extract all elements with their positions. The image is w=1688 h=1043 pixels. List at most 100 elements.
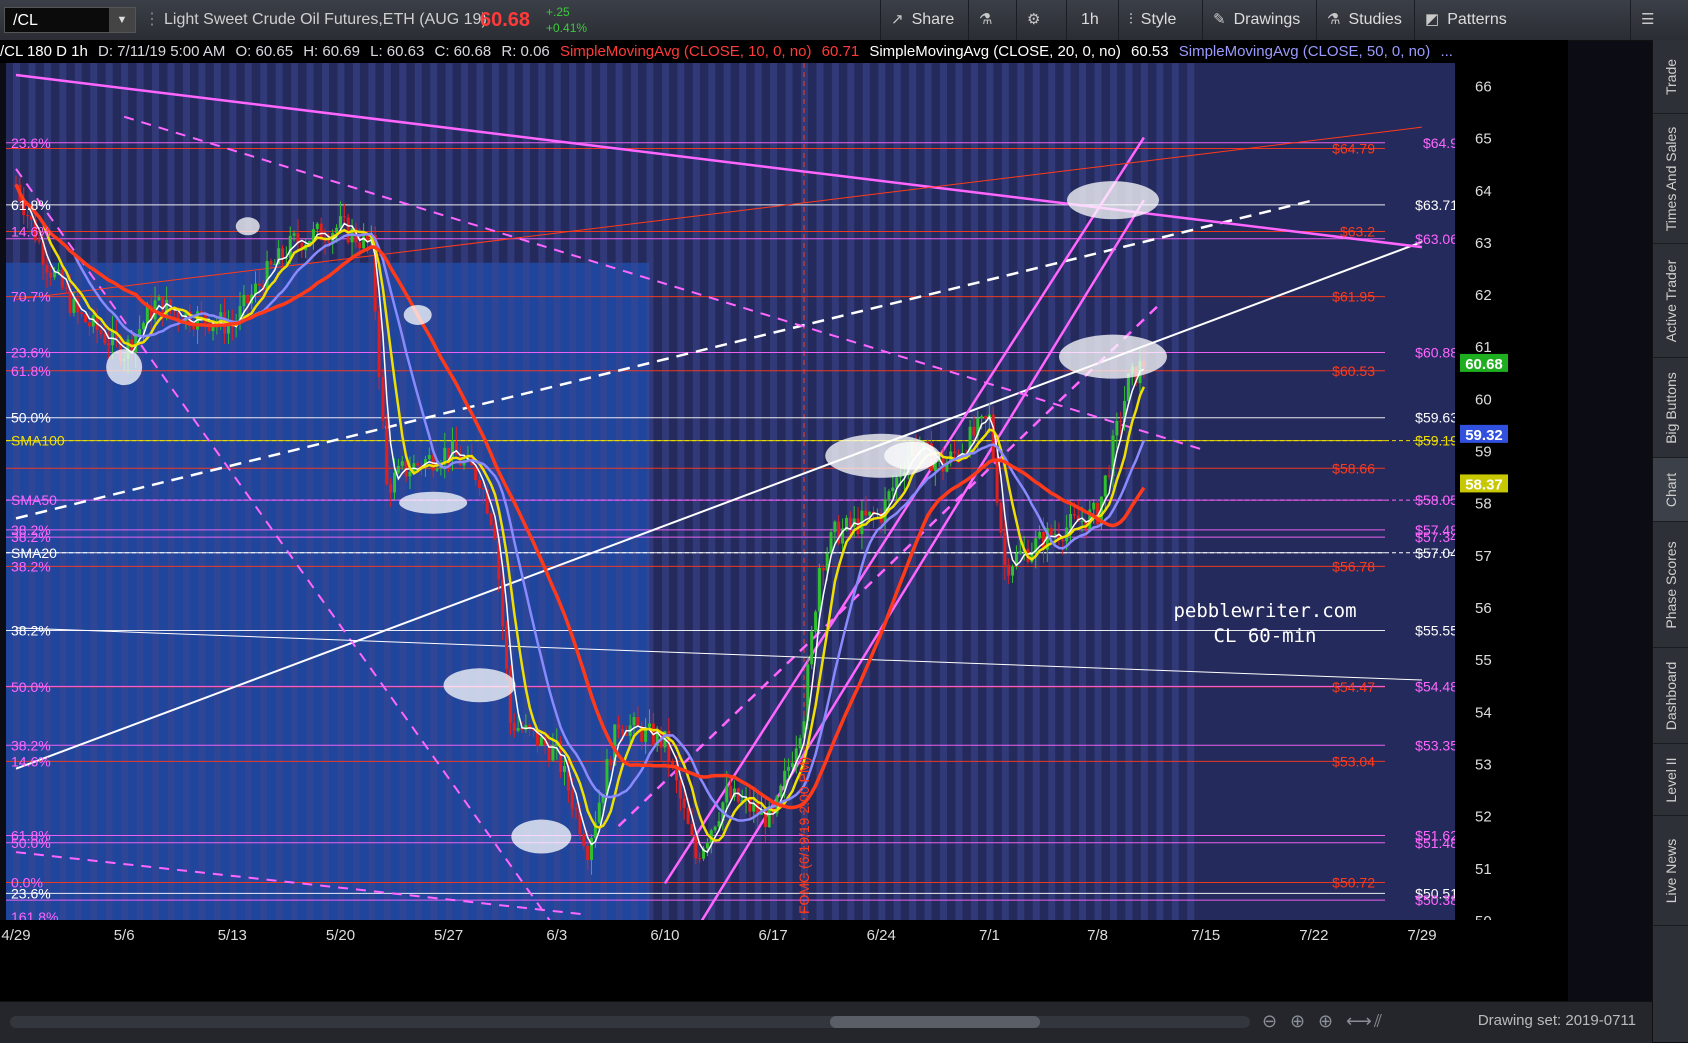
candle-body — [698, 858, 702, 860]
sidebar-tab-phase-scores[interactable]: Phase Scores — [1653, 522, 1688, 648]
price-level-label: $64.79 — [1332, 141, 1375, 157]
candle-body — [779, 785, 783, 797]
day-stripe — [646, 63, 654, 920]
day-stripe — [661, 63, 669, 920]
watermark-line-1: pebblewriter.com — [1173, 600, 1356, 622]
candle-body — [887, 491, 891, 500]
candle-body — [984, 416, 988, 419]
pattern-icon: ◩ — [1425, 11, 1440, 28]
price-tick-label: 63 — [1475, 235, 1492, 252]
symbol-input[interactable]: /CL ▼ — [4, 7, 136, 33]
candle-body — [844, 517, 848, 529]
highlight-oval — [235, 217, 260, 236]
time-scrollbar[interactable] — [10, 1016, 1250, 1028]
fib-level-label: 23.6% — [11, 135, 51, 151]
candle-body — [157, 297, 161, 301]
day-stripe — [167, 63, 175, 920]
day-stripe — [1032, 63, 1040, 920]
candle-body — [570, 790, 574, 809]
sidebar-tab-trade[interactable]: Trade — [1653, 40, 1688, 114]
sidebar-tab-active-trader[interactable]: Active Trader — [1653, 244, 1688, 358]
sidebar-tab-dashboard[interactable]: Dashboard — [1653, 648, 1688, 744]
sidebar-tab-level-ii[interactable]: Level II — [1653, 744, 1688, 816]
candle-body — [338, 216, 342, 228]
link-icon[interactable]: ⋮ — [144, 0, 160, 40]
sidebar-tab-label: Live News — [1663, 838, 1679, 903]
symbol-text: /CL — [13, 12, 38, 29]
candle-body — [26, 215, 30, 217]
chart-canvas[interactable]: FOMC (6/19/19 2:00 PM) $64.9 $64.79 $63.71 $… — [0, 63, 1568, 1001]
sma20-label[interactable]: SimpleMovingAvg (CLOSE, 20, 0, no) — [869, 43, 1121, 60]
studies-button[interactable]: ⚗ Studies — [1316, 0, 1412, 40]
candle-body — [501, 579, 505, 627]
style-button[interactable]: ⫶ Style — [1118, 0, 1200, 40]
candle-body — [636, 717, 640, 727]
interval-button[interactable]: 1h — [1066, 0, 1116, 40]
candle-body — [999, 502, 1003, 533]
candle-body — [1038, 531, 1042, 539]
day-stripe — [584, 63, 592, 920]
candle-body — [393, 472, 397, 493]
candle-body — [358, 242, 362, 249]
candle-body — [56, 269, 60, 272]
crosshair-icon[interactable]: ⊕ — [1290, 1011, 1305, 1032]
candle-body — [705, 842, 709, 849]
right-sidebar: Trade Times And Sales Active Trader Big But… — [1652, 40, 1688, 1042]
candle-body — [1115, 420, 1119, 436]
candle-body — [45, 264, 49, 273]
candle-body — [315, 223, 319, 230]
candle-body — [787, 766, 791, 771]
candle-body — [972, 426, 976, 436]
day-stripe — [924, 63, 932, 920]
flask-button[interactable]: ⚗ — [968, 0, 1014, 40]
sidebar-tab-big-buttons[interactable]: Big Buttons — [1653, 358, 1688, 458]
price-level-label: $57.34 — [1415, 529, 1458, 545]
time-tick-label: 5/20 — [326, 927, 355, 944]
day-stripe — [940, 63, 948, 920]
candle-body — [1072, 513, 1076, 516]
sma10-label[interactable]: SimpleMovingAvg (CLOSE, 10, 0, no) — [560, 43, 812, 60]
patterns-button[interactable]: ◩ Patterns — [1414, 0, 1520, 40]
candle-body — [783, 770, 787, 786]
sidebar-tab-label: Dashboard — [1663, 661, 1679, 730]
pencil-icon: ✎ — [1213, 11, 1226, 28]
gear-icon: ⚙ — [1027, 11, 1041, 28]
candle-body — [265, 261, 269, 291]
scrollbar-thumb[interactable] — [830, 1016, 1040, 1028]
drawing-set-label[interactable]: Drawing set: 2019-0711 — [1478, 1012, 1636, 1029]
sidebar-tab-live-news[interactable]: Live News — [1653, 816, 1688, 926]
sidebar-tab-chart[interactable]: Chart — [1653, 458, 1688, 522]
drawing-icon[interactable]: ⫽ — [1374, 1011, 1382, 1032]
price-tick-label: 59 — [1475, 444, 1492, 461]
day-stripe — [847, 63, 855, 920]
price-chart[interactable]: FOMC (6/19/19 2:00 PM) $64.9 $64.79 $63.71 $… — [0, 63, 1568, 1001]
zoom-out-icon[interactable]: ⊖ — [1262, 1011, 1277, 1032]
price-level-label: $58.66 — [1332, 460, 1375, 476]
candle-body — [690, 823, 694, 836]
pan-icon[interactable]: ⟷ — [1346, 1011, 1372, 1032]
day-stripe — [322, 63, 330, 920]
settings-button[interactable]: ⚙ — [1016, 0, 1064, 40]
sma50-label[interactable]: SimpleMovingAvg (CLOSE, 50, 0, no) — [1179, 43, 1431, 60]
candle-body — [1061, 539, 1065, 542]
zoom-in-icon[interactable]: ⊕ — [1318, 1011, 1333, 1032]
time-tick-label: 7/1 — [979, 927, 1000, 944]
candle-body — [995, 459, 999, 503]
menu-button[interactable]: ☰ — [1630, 0, 1688, 40]
sidebar-tab-times-and-sales[interactable]: Times And Sales — [1653, 114, 1688, 244]
price-level-label: $56.78 — [1332, 558, 1375, 574]
day-stripe — [136, 63, 144, 920]
flask-icon: ⚗ — [1327, 11, 1341, 28]
candle-body — [1069, 513, 1072, 528]
drawings-button[interactable]: ✎ Drawings — [1202, 0, 1314, 40]
price-tick-label: 52 — [1475, 809, 1492, 826]
share-button[interactable]: ↗ Share — [880, 0, 966, 40]
chevron-down-icon[interactable]: ▼ — [109, 8, 135, 32]
bar-low: L: 60.63 — [370, 43, 425, 60]
day-stripe — [213, 63, 221, 920]
sma-level-label: SMA50 — [11, 492, 57, 508]
day-stripe — [553, 63, 561, 920]
candle-body — [729, 785, 733, 797]
fib-level-label: 61.8% — [11, 363, 51, 379]
highlight-oval — [884, 441, 941, 470]
